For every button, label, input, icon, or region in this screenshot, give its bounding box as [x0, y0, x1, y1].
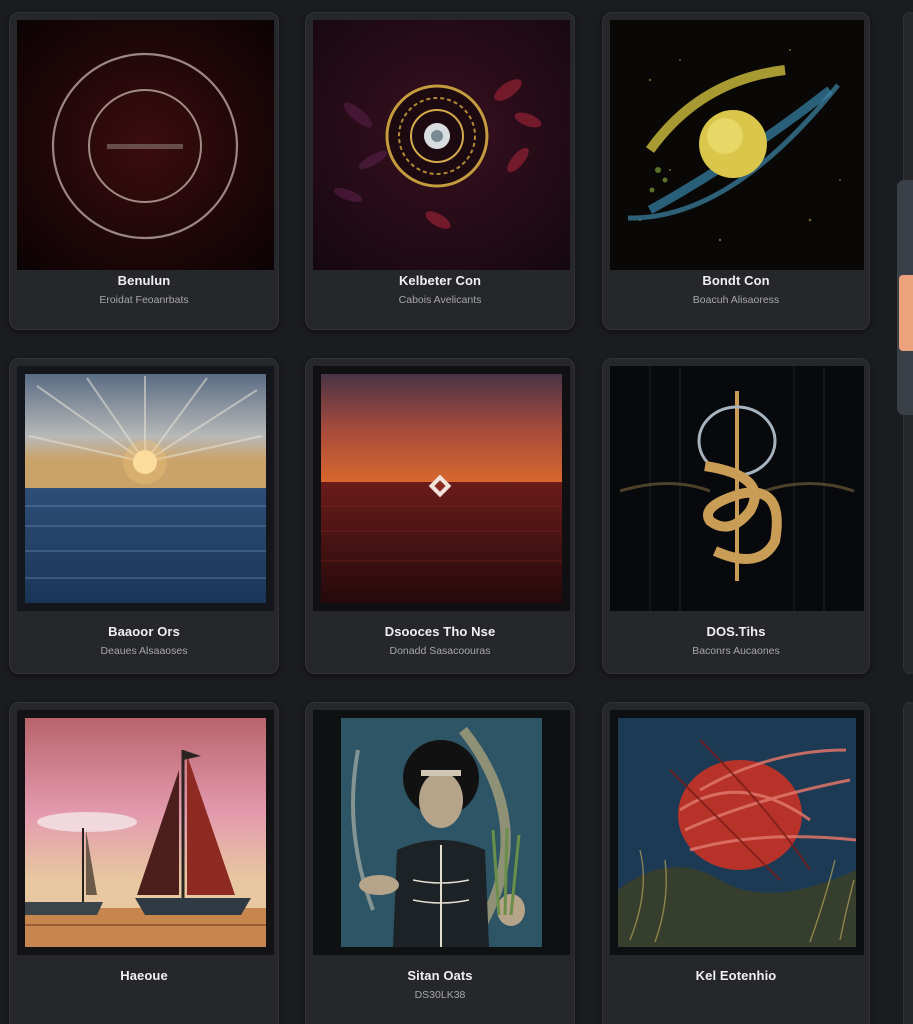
album-cover-image	[610, 20, 864, 270]
album-cover-image	[313, 366, 570, 611]
album-title: DOS.Tihs	[706, 624, 766, 639]
album-title: Bondt Con	[702, 273, 770, 288]
album-card[interactable]: Haeoue	[9, 702, 279, 1024]
album-cover-image	[17, 20, 274, 270]
album-card[interactable]: Baaoor Ors Deaues Alsaaoses	[9, 358, 279, 674]
album-artist: Deaues Alsaaoses	[100, 645, 188, 657]
album-title: Benulun	[117, 273, 171, 288]
album-card[interactable]: Sitan Oats DS30LK38	[305, 702, 575, 1024]
album-artist: Eroidat Feoanrbats	[99, 294, 189, 306]
album-artist: Cabois Avelicants	[398, 294, 482, 306]
album-artist: Baconrs Aucaones	[692, 645, 780, 657]
album-artist: Donadd Sasacoouras	[389, 645, 491, 657]
album-title: Dsooces Tho Nse	[384, 624, 496, 639]
album-cover-image	[313, 20, 570, 270]
album-artist: DS30LK38	[414, 989, 466, 1001]
album-gallery: Benulun Eroidat Feoanrbats Kelbeter Con …	[0, 0, 913, 1024]
album-cover-image	[610, 366, 864, 611]
album-cover-image	[610, 710, 864, 955]
album-title: Kelbeter Con	[398, 273, 482, 288]
album-card-partial[interactable]	[903, 702, 913, 1024]
album-card[interactable]: Dsooces Tho Nse Donadd Sasacoouras	[305, 358, 575, 674]
album-card[interactable]: Bondt Con Boacuh Alisaoress	[602, 12, 870, 330]
album-title: Sitan Oats	[407, 968, 473, 983]
album-cover-image	[17, 366, 274, 611]
album-cover-image	[313, 710, 570, 955]
album-card[interactable]: Kel Eotenhio	[602, 702, 870, 1024]
album-card[interactable]: DOS.Tihs Baconrs Aucaones	[602, 358, 870, 674]
album-cover-image	[17, 710, 274, 955]
album-card[interactable]: Kelbeter Con Cabois Avelicants	[305, 12, 575, 330]
album-card[interactable]: Benulun Eroidat Feoanrbats	[9, 12, 279, 330]
album-title: Kel Eotenhio	[695, 968, 777, 983]
album-artist: Boacuh Alisaoress	[692, 294, 780, 306]
album-title: Haeoue	[120, 968, 168, 983]
scrollbar-thumb[interactable]	[899, 275, 913, 351]
album-title: Baaoor Ors	[108, 624, 180, 639]
